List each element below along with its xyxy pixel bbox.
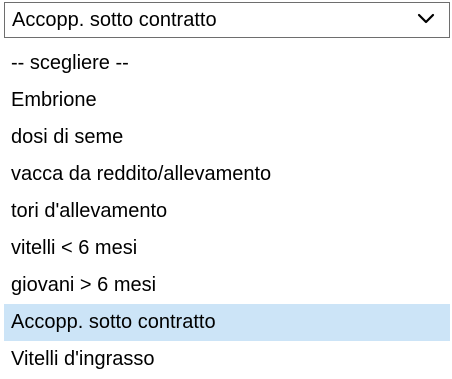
option-accopp-sotto-contratto[interactable]: Accopp. sotto contratto	[4, 304, 450, 341]
category-select[interactable]: Accopp. sotto contratto	[4, 2, 450, 38]
option-vitelli-meno-6-mesi[interactable]: vitelli < 6 mesi	[4, 230, 450, 267]
option-embrione[interactable]: Embrione	[4, 82, 450, 119]
option-tori-d-allevamento[interactable]: tori d'allevamento	[4, 193, 450, 230]
select-current-value: Accopp. sotto contratto	[12, 9, 217, 31]
option-vacca-da-reddito[interactable]: vacca da reddito/allevamento	[4, 156, 450, 193]
option-giovani-piu-6-mesi[interactable]: giovani > 6 mesi	[4, 267, 450, 304]
option-scegliere[interactable]: -- scegliere --	[4, 45, 450, 82]
option-vitelli-d-ingrasso[interactable]: Vitelli d'ingrasso	[4, 341, 450, 378]
dropdown-options-list: -- scegliere -- Embrione dosi di seme va…	[4, 45, 450, 379]
chevron-down-icon[interactable]	[417, 12, 435, 26]
option-dosi-di-seme[interactable]: dosi di seme	[4, 119, 450, 156]
